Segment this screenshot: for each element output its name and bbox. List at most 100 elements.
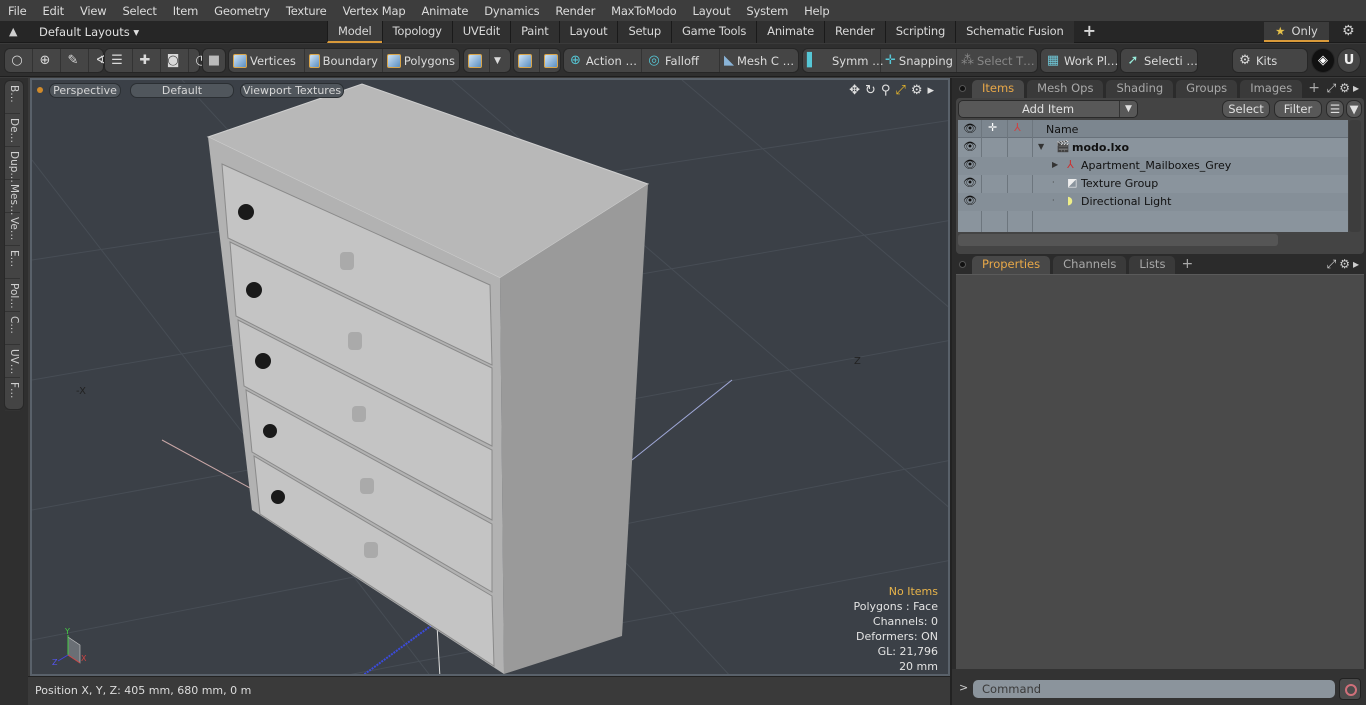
select-through-button[interactable]: ⁂ Select T… <box>957 49 1037 72</box>
items-tab-groups[interactable]: Groups <box>1176 80 1238 98</box>
viewport-menu-dot[interactable] <box>37 87 43 93</box>
tab-scripting[interactable]: Scripting <box>884 21 956 43</box>
filter-button[interactable]: Filter <box>1274 100 1322 118</box>
world-transform-button[interactable] <box>540 49 565 72</box>
menu-vertex-map[interactable]: Vertex Map <box>335 4 414 18</box>
items-gear-icon[interactable]: ⚙ <box>1339 81 1353 95</box>
props-tab-properties[interactable]: Properties <box>972 256 1051 274</box>
left-tab-5[interactable]: E… <box>5 246 20 279</box>
tab-render[interactable]: Render <box>823 21 885 43</box>
menu-render[interactable]: Render <box>547 4 603 18</box>
shading-style-button[interactable]: Default <box>130 82 234 98</box>
symmetry-button[interactable]: ▌ Symm … <box>803 49 884 72</box>
props-menu-dot[interactable] <box>959 261 966 268</box>
tree-row[interactable]: 👁 ▼ 🎬 modo.lxo <box>958 139 1348 157</box>
menu-select[interactable]: Select <box>114 4 164 18</box>
funnel-button[interactable]: ▼ <box>1346 100 1362 118</box>
add-tab-button[interactable]: + <box>1074 21 1105 43</box>
menu-geometry[interactable]: Geometry <box>206 4 278 18</box>
unreal-button[interactable]: U <box>1337 48 1361 73</box>
select-button[interactable]: Select <box>1222 100 1270 118</box>
props-tab-channels[interactable]: Channels <box>1053 256 1127 274</box>
pen-button[interactable]: ✎ <box>61 49 89 72</box>
frame-button[interactable]: ◙ <box>161 49 189 72</box>
material-dropdown[interactable]: ▼ <box>490 49 505 72</box>
tab-setup[interactable]: Setup <box>617 21 671 43</box>
tab-uvedit[interactable]: UVEdit <box>451 21 511 43</box>
left-tab-9[interactable]: F… <box>5 378 20 411</box>
items-tab-images[interactable]: Images <box>1240 80 1303 98</box>
mesh-constraint-button[interactable]: ◣ Mesh C … <box>720 49 798 72</box>
item-mode-button[interactable]: ■ <box>202 48 226 73</box>
left-tab-1[interactable]: De… <box>5 114 20 147</box>
stack-button[interactable]: ☰ <box>105 49 133 72</box>
left-tab-2[interactable]: Dup… <box>5 147 20 183</box>
items-add-tab-button[interactable]: + <box>1305 80 1323 98</box>
record-macro-button[interactable] <box>1339 678 1361 700</box>
collapsed-triangle-icon[interactable]: ▶ <box>1052 160 1058 169</box>
tab-model[interactable]: Model <box>327 21 382 43</box>
boundary-button[interactable]: Boundary <box>305 49 383 72</box>
tab-animate[interactable]: Animate <box>756 21 824 43</box>
menu-help[interactable]: Help <box>796 4 837 18</box>
items-tab-mesh-ops[interactable]: Mesh Ops <box>1027 80 1104 98</box>
circle-select-button[interactable]: ○ <box>5 49 33 72</box>
work-plane-button[interactable]: ▦ Work Pl… <box>1040 48 1118 73</box>
viewport-gear-icon[interactable]: ⚙ <box>911 83 923 98</box>
items-tab-items[interactable]: Items <box>972 80 1025 98</box>
items-arrow-icon[interactable]: ▸ <box>1353 81 1362 95</box>
zoom-icon[interactable]: ⚲ <box>881 83 891 98</box>
pan-icon[interactable]: ✥ <box>849 83 860 98</box>
menu-item[interactable]: Item <box>165 4 206 18</box>
name-column-header[interactable]: Name <box>1046 123 1078 136</box>
only-button[interactable]: ★ Only <box>1264 22 1329 42</box>
snapping-button[interactable]: ✛ Snapping <box>881 49 957 72</box>
menu-system[interactable]: System <box>738 4 796 18</box>
visibility-eye-icon[interactable]: 👁 <box>963 194 977 207</box>
falloff-button[interactable]: ◎ Falloff <box>642 49 720 72</box>
expand-triangle-icon[interactable]: ▼ <box>1038 142 1044 151</box>
layouts-dropdown[interactable]: Default Layouts ▾ <box>39 25 139 39</box>
unity-button[interactable]: ◈ <box>1311 48 1335 73</box>
gear-icon[interactable]: ⚙ <box>1342 23 1355 39</box>
items-tab-shading[interactable]: Shading <box>1106 80 1174 98</box>
menu-maxtomodo[interactable]: MaxToModo <box>603 4 684 18</box>
tab-topology[interactable]: Topology <box>381 21 452 43</box>
menu-animate[interactable]: Animate <box>413 4 476 18</box>
polygons-button[interactable]: Polygons <box>383 49 459 72</box>
props-add-tab-button[interactable]: + <box>1178 256 1196 274</box>
rotate-icon[interactable]: ↻ <box>865 83 876 98</box>
tab-layout[interactable]: Layout <box>558 21 618 43</box>
collapse-icon[interactable]: ▲ <box>9 25 17 38</box>
props-arrow-icon[interactable]: ▸ <box>1353 257 1362 271</box>
vertices-button[interactable]: Vertices <box>229 49 305 72</box>
tab-game-tools[interactable]: Game Tools <box>670 21 757 43</box>
left-tab-4[interactable]: Ve… <box>5 213 20 246</box>
view-type-button[interactable]: Perspective <box>49 82 121 98</box>
tree-row[interactable]: 👁 ▶ ⅄ Apartment_Mailboxes_Grey <box>958 157 1348 175</box>
props-gear-icon[interactable]: ⚙ <box>1339 257 1353 271</box>
visibility-eye-icon[interactable]: 👁 <box>963 176 977 189</box>
tab-schematic-fusion[interactable]: Schematic Fusion <box>955 21 1074 43</box>
menu-dynamics[interactable]: Dynamics <box>476 4 547 18</box>
material-button[interactable] <box>464 49 490 72</box>
tree-row[interactable]: 👁 · ◩ Texture Group <box>958 175 1348 193</box>
tree-row[interactable]: 👁 · ◗ Directional Light <box>958 193 1348 211</box>
tab-paint[interactable]: Paint <box>510 21 559 43</box>
props-maximize-icon[interactable]: ⤢ <box>1327 257 1340 271</box>
action-center-button[interactable]: ⊕ Action … <box>564 49 642 72</box>
visibility-eye-icon[interactable]: 👁 <box>963 140 977 153</box>
props-tab-lists[interactable]: Lists <box>1129 256 1176 274</box>
visibility-eye-icon[interactable]: 👁 <box>963 158 977 171</box>
menu-texture[interactable]: Texture <box>278 4 335 18</box>
menu-file[interactable]: File <box>0 4 34 18</box>
chevron-down-icon[interactable]: ▼ <box>1119 101 1137 117</box>
left-tab-3[interactable]: Mes… <box>5 180 20 216</box>
viewport-textures-button[interactable]: Viewport Textures <box>240 82 344 98</box>
sphere-button[interactable]: ⊕ <box>33 49 61 72</box>
local-transform-button[interactable] <box>514 49 540 72</box>
list-options-button[interactable]: ☰ <box>1326 100 1344 118</box>
left-tab-6[interactable]: Pol… <box>5 279 20 312</box>
menu-view[interactable]: View <box>72 4 115 18</box>
menu-layout[interactable]: Layout <box>685 4 739 18</box>
